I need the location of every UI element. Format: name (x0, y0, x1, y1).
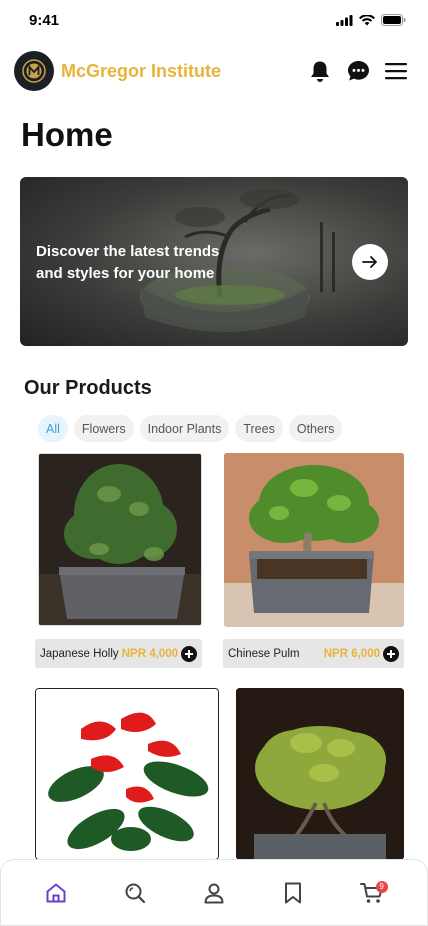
product-price: NPR 4,000 (121, 647, 178, 660)
brand-name: McGregor Institute (61, 60, 222, 81)
chip-others[interactable]: Others (288, 415, 343, 442)
category-filters: All Flowers Indoor Plants Trees Others (38, 415, 343, 442)
profile-icon (204, 883, 224, 903)
product-price: NPR 6,000 (323, 647, 380, 660)
hero-arrow-button[interactable] (352, 244, 388, 280)
battery-icon (381, 14, 406, 26)
nav-home[interactable] (36, 873, 76, 913)
product-image-bonsai[interactable] (236, 688, 404, 860)
product-photo (236, 688, 404, 860)
status-time: 9:41 (29, 12, 60, 29)
nav-search[interactable] (115, 873, 155, 913)
cart-count-badge: 9 (375, 880, 388, 893)
logo[interactable] (14, 51, 54, 91)
arrow-right-icon (362, 256, 377, 268)
menu-button[interactable] (384, 59, 408, 83)
search-icon (125, 883, 146, 903)
hero-text: Discover the latest trends and styles fo… (36, 243, 220, 282)
chip-trees[interactable]: Trees (235, 415, 283, 442)
nav-bookmarks[interactable] (273, 873, 313, 913)
hamburger-menu-icon (385, 63, 407, 80)
plus-icon (387, 649, 395, 658)
product-photo (39, 454, 201, 625)
bookmark-icon (284, 882, 301, 903)
chip-flowers[interactable]: Flowers (73, 415, 134, 442)
chip-all[interactable]: All (38, 415, 68, 442)
section-title: Our Products (24, 377, 152, 399)
product-image-japanese-holly[interactable] (38, 453, 202, 626)
chat-icon (347, 61, 369, 81)
nav-profile[interactable] (194, 873, 234, 913)
status-bar: 9:41 (0, 0, 428, 44)
chip-indoor-plants[interactable]: Indoor Plants (139, 415, 230, 442)
product-info-japanese-holly[interactable]: Japanese Holly NPR 4,000 (35, 639, 202, 668)
home-icon (46, 883, 66, 902)
plus-icon (185, 649, 193, 658)
wifi-icon (359, 14, 375, 25)
messages-button[interactable] (346, 59, 370, 83)
signal-icon (336, 14, 353, 26)
app-header: McGregor Institute (14, 51, 408, 91)
logo-emblem-icon (22, 59, 46, 83)
product-photo (224, 453, 404, 627)
product-name: Chinese Pulm (228, 647, 300, 660)
product-image-anthurium[interactable] (35, 688, 219, 860)
hero-banner[interactable]: Discover the latest trends and styles fo… (20, 177, 408, 346)
bottom-navigation: 9 (0, 859, 428, 926)
product-name: Japanese Holly (40, 647, 119, 660)
page-title: Home (21, 116, 113, 153)
add-to-cart-button[interactable] (181, 645, 197, 662)
product-photo (36, 689, 218, 859)
product-image-chinese-pulm[interactable] (224, 453, 404, 627)
bell-icon (311, 61, 329, 82)
status-icons (336, 14, 406, 26)
notification-button[interactable] (308, 59, 332, 83)
product-info-chinese-pulm[interactable]: Chinese Pulm NPR 6,000 (223, 639, 404, 668)
add-to-cart-button[interactable] (383, 645, 399, 662)
nav-cart[interactable]: 9 (352, 873, 392, 913)
